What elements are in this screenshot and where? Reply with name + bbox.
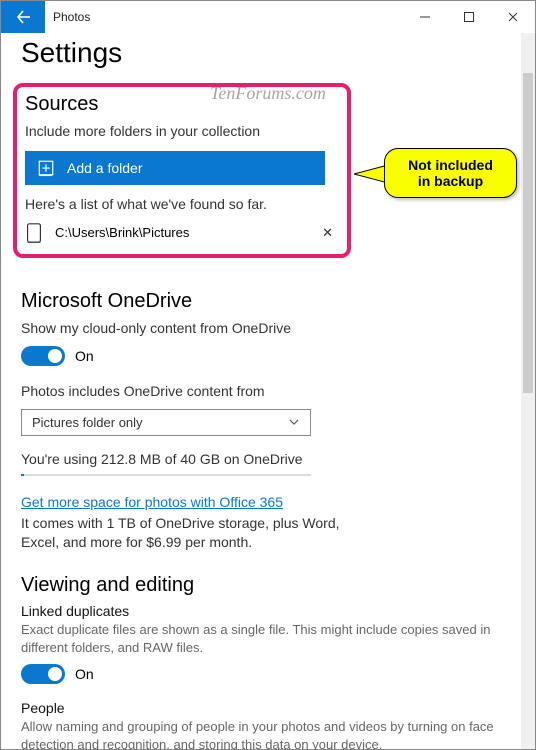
minimize-button[interactable]: [403, 1, 447, 33]
back-button[interactable]: [1, 1, 45, 33]
maximize-button[interactable]: [447, 1, 491, 33]
callout-line2: in backup: [418, 173, 483, 189]
back-arrow-icon: [15, 9, 31, 25]
vertical-scrollbar[interactable]: [521, 33, 535, 749]
people-desc: Allow naming and grouping of people in y…: [21, 718, 501, 749]
sources-heading: Sources: [25, 93, 339, 116]
sources-include-label: Include more folders in your collection: [25, 122, 339, 141]
toggle-knob: [48, 349, 62, 363]
onedrive-cloud-toggle[interactable]: On: [21, 346, 501, 366]
sources-found-label: Here's a list of what we've found so far…: [25, 195, 339, 214]
toggle-track: [21, 346, 65, 366]
onedrive-show-cloud-label: Show my cloud-only content from OneDrive: [21, 319, 501, 338]
remove-folder-button[interactable]: ✕: [316, 225, 339, 241]
viewing-heading: Viewing and editing: [21, 574, 501, 597]
window-controls: [403, 1, 535, 33]
device-icon: [25, 222, 43, 244]
linked-duplicates-toggle[interactable]: On: [21, 664, 501, 684]
toggle-track: [21, 664, 65, 684]
close-button[interactable]: [491, 1, 535, 33]
dropdown-value: Pictures folder only: [32, 415, 143, 430]
get-more-space-link[interactable]: Get more space for photos with Office 36…: [21, 494, 283, 510]
page-title: Settings: [21, 37, 501, 69]
linked-duplicates-desc: Exact duplicate files are shown as a sin…: [21, 621, 501, 656]
sources-highlight-box: Sources Include more folders in your col…: [13, 83, 351, 258]
add-folder-label: Add a folder: [67, 160, 143, 176]
onedrive-content-dropdown[interactable]: Pictures folder only: [21, 409, 311, 436]
onedrive-includes-label: Photos includes OneDrive content from: [21, 382, 501, 401]
app-title: Photos: [53, 10, 403, 24]
get-more-space-desc: It comes with 1 TB of OneDrive storage, …: [21, 514, 361, 552]
linked-duplicates-title: Linked duplicates: [21, 603, 501, 619]
settings-scroll-area: Settings Sources Include more folders in…: [1, 33, 521, 749]
add-folder-icon: [37, 159, 55, 177]
people-title: People: [21, 700, 501, 716]
source-folder-path: C:\Users\Brink\Pictures: [55, 225, 304, 240]
toggle-knob: [48, 667, 62, 681]
source-folder-row[interactable]: C:\Users\Brink\Pictures ✕: [25, 222, 339, 244]
chevron-down-icon: [288, 416, 300, 428]
toggle-state: On: [75, 666, 94, 682]
onedrive-heading: Microsoft OneDrive: [21, 290, 501, 313]
annotation-callout: Not included in backup: [354, 148, 517, 198]
title-bar: Photos: [1, 1, 535, 33]
scrollbar-thumb[interactable]: [523, 73, 533, 393]
callout-line1: Not included: [408, 157, 493, 173]
add-folder-button[interactable]: Add a folder: [25, 151, 325, 185]
onedrive-usage-text: You're using 212.8 MB of 40 GB on OneDri…: [21, 450, 501, 469]
toggle-state: On: [75, 348, 94, 364]
onedrive-usage-bar: [21, 474, 311, 476]
